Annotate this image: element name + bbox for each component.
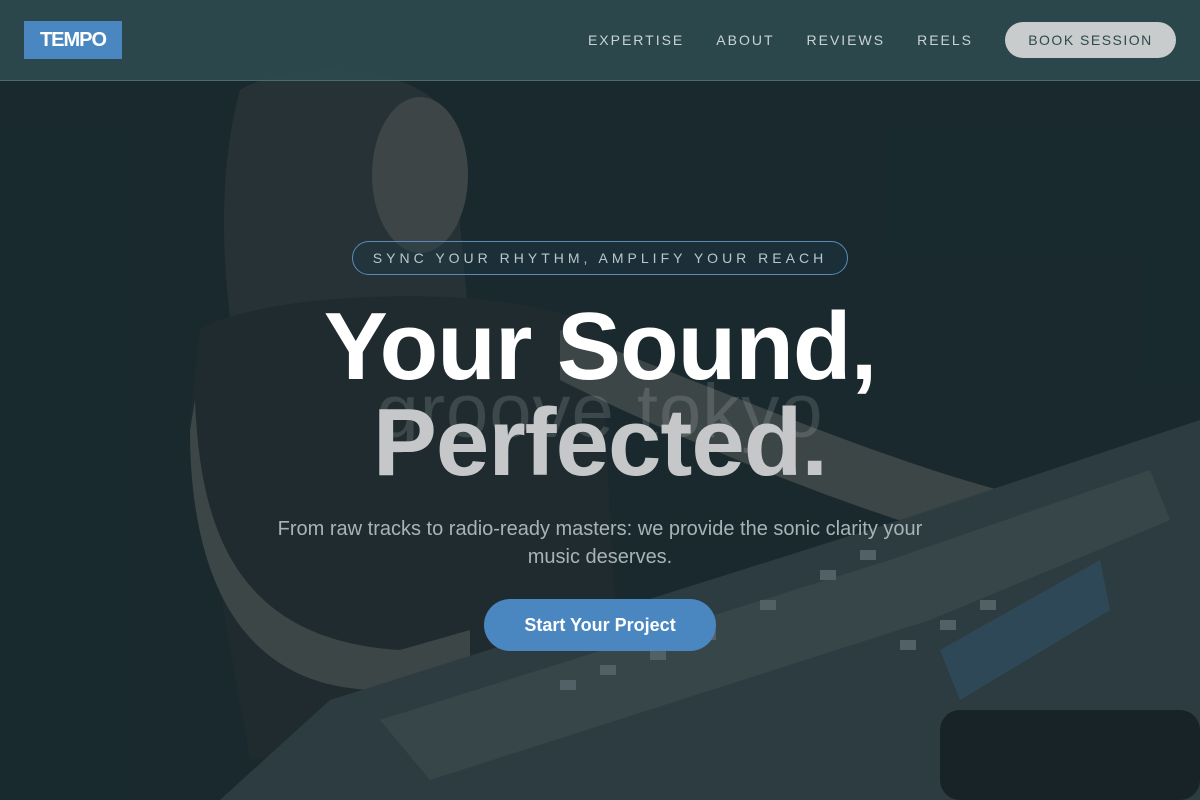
hero-tagline-badge: SYNC YOUR RHYTHM, AMPLIFY YOUR REACH bbox=[352, 241, 848, 275]
site-header: TEMPO EXPERTISE ABOUT REVIEWS REELS BOOK… bbox=[0, 0, 1200, 81]
hero-title-line-1: Your Sound, bbox=[323, 293, 877, 400]
nav-link-reels[interactable]: REELS bbox=[917, 32, 973, 48]
nav-link-reviews[interactable]: REVIEWS bbox=[807, 32, 886, 48]
nav-link-about[interactable]: ABOUT bbox=[716, 32, 774, 48]
hero-subtitle: From raw tracks to radio-ready masters: … bbox=[277, 518, 923, 568]
main-nav: EXPERTISE ABOUT REVIEWS REELS BOOK SESSI… bbox=[588, 22, 1176, 58]
book-session-button[interactable]: BOOK SESSION bbox=[1005, 22, 1176, 58]
logo[interactable]: TEMPO bbox=[24, 21, 122, 59]
start-project-button[interactable]: Start Your Project bbox=[484, 599, 716, 651]
hero-title-line-2: Perfected. bbox=[372, 389, 828, 496]
nav-link-expertise[interactable]: EXPERTISE bbox=[588, 32, 684, 48]
